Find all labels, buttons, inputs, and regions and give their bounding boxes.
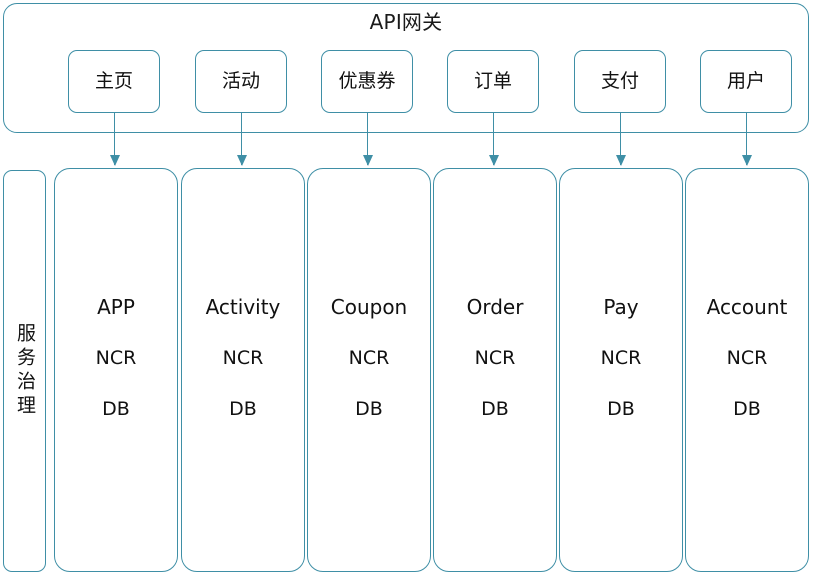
service-storage: DB [229,398,257,420]
gateway-item-coupon[interactable]: 优惠券 [321,50,413,113]
service-name: Order [466,295,524,319]
service-name: Pay [603,295,639,319]
service-runtime: NCR [474,347,516,369]
service-column-activity[interactable]: Activity NCR DB [181,168,305,572]
service-stack: Coupon NCR DB [308,297,430,419]
service-name: Coupon [330,295,408,319]
service-stack: Pay NCR DB [560,297,682,419]
service-stack: Order NCR DB [434,297,556,419]
service-runtime: NCR [95,347,137,369]
service-column-pay[interactable]: Pay NCR DB [559,168,683,572]
service-runtime: NCR [726,347,768,369]
service-column-app[interactable]: APP NCR DB [54,168,178,572]
gateway-item-label: 支付 [600,69,639,92]
service-storage: DB [102,398,130,420]
arrow-down-icon [109,155,120,166]
arrow-down-icon [741,155,752,166]
service-storage: DB [607,398,635,420]
service-storage: DB [733,398,761,420]
service-runtime: NCR [348,347,390,369]
service-storage: DB [481,398,509,420]
service-stack: Account NCR DB [686,297,808,419]
gateway-item-account[interactable]: 用户 [700,50,792,113]
service-column-order[interactable]: Order NCR DB [433,168,557,572]
service-name: APP [97,295,135,319]
arrow-down-icon [362,155,373,166]
api-gateway-title: API网关 [369,10,443,34]
service-stack: APP NCR DB [55,297,177,419]
gateway-item-label: 用户 [726,69,765,92]
gateway-item-activity[interactable]: 活动 [195,50,287,113]
service-stack: Activity NCR DB [182,297,304,419]
gateway-item-label: 活动 [221,69,260,92]
arrow-down-icon [615,155,626,166]
service-name: Account [706,295,788,319]
service-column-account[interactable]: Account NCR DB [685,168,809,572]
gateway-item-label: 主页 [94,69,133,92]
service-column-coupon[interactable]: Coupon NCR DB [307,168,431,572]
service-governance-label: 服务治理 [14,323,36,419]
arrow-down-icon [236,155,247,166]
architecture-diagram: API网关 主页 活动 优惠券 订单 支付 用户 服务治理 APP NCR DB [0,0,815,575]
service-governance-box: 服务治理 [3,170,46,572]
arrow-down-icon [488,155,499,166]
gateway-item-pay[interactable]: 支付 [574,50,666,113]
service-storage: DB [355,398,383,420]
service-runtime: NCR [600,347,642,369]
gateway-item-order[interactable]: 订单 [447,50,539,113]
gateway-item-label: 订单 [473,69,512,92]
service-name: Activity [205,295,281,319]
gateway-item-home[interactable]: 主页 [68,50,160,113]
service-runtime: NCR [222,347,264,369]
gateway-item-label: 优惠券 [338,69,396,92]
